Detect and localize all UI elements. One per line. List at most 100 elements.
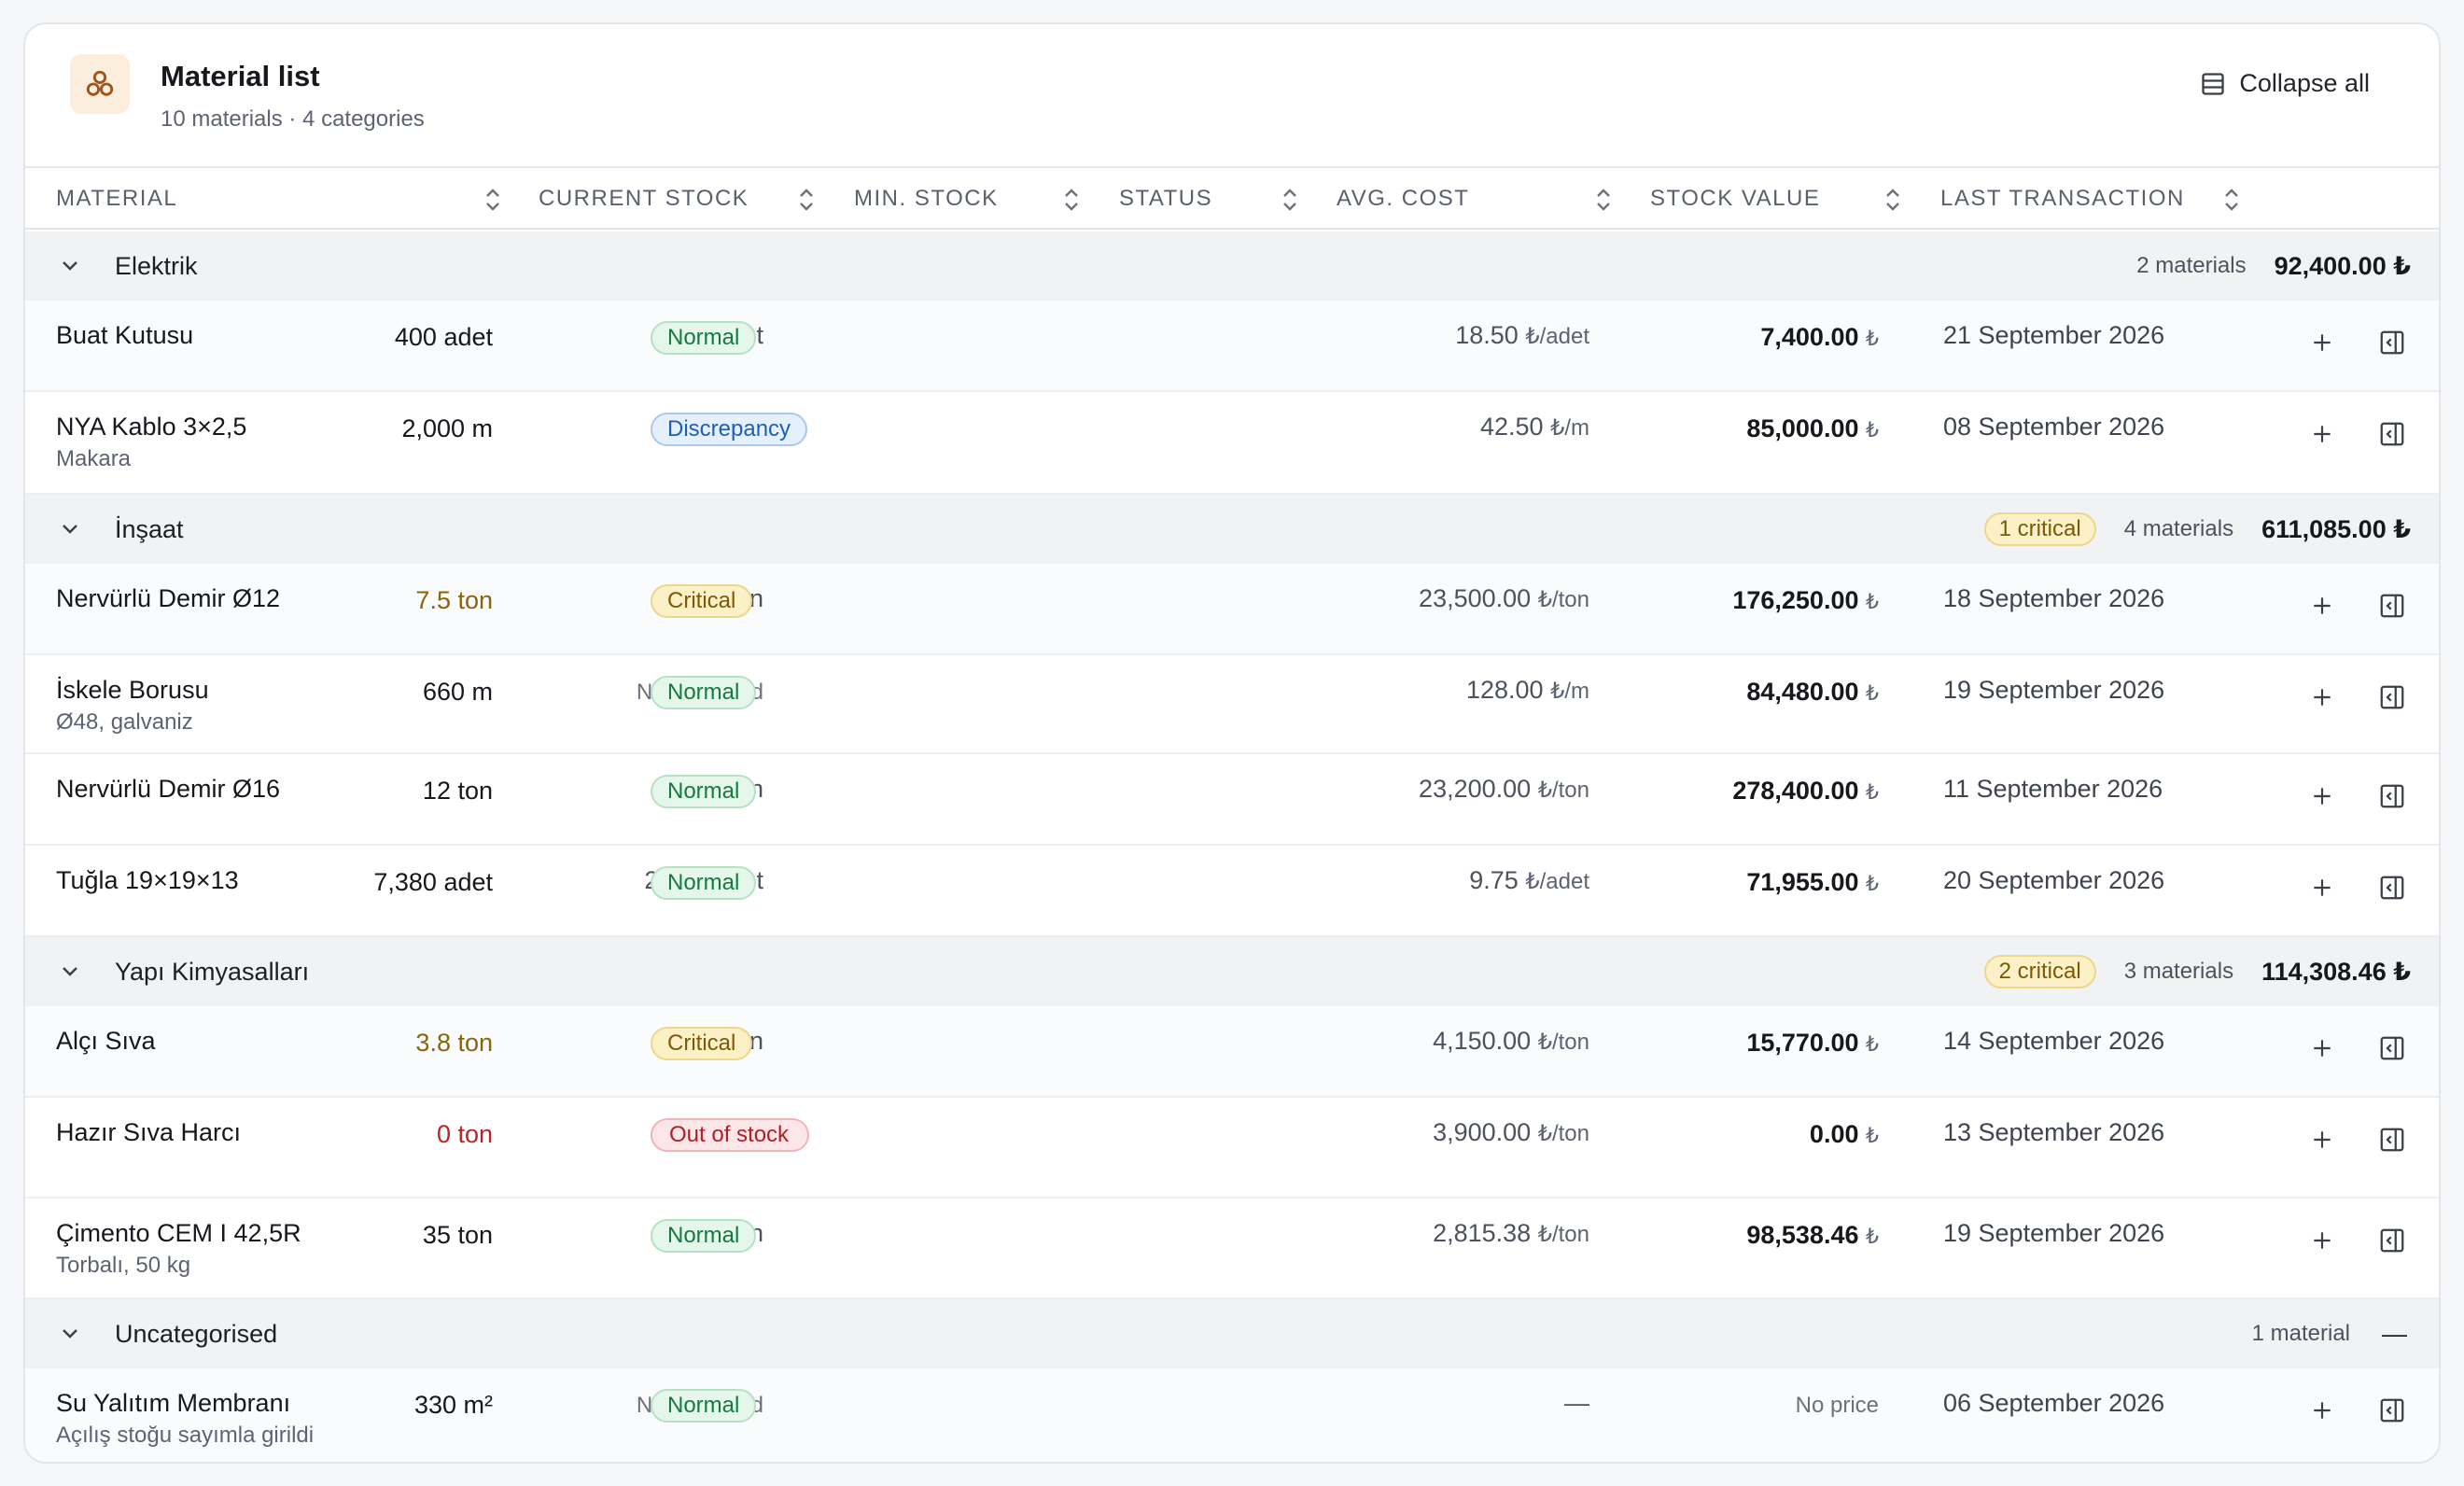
table-row[interactable]: İskele Borusu Ø48, galvaniz 660 m No thr… (25, 655, 2439, 754)
last-transaction-date: 19 September 2026 (1943, 1219, 2165, 1247)
table-row[interactable]: NYA Kablo 3×2,5 Makara 2,000 m 500 m Dis… (25, 392, 2439, 495)
current-stock: 35 ton (422, 1221, 493, 1249)
status-label: Normal (651, 1219, 757, 1253)
open-panel-icon[interactable] (2378, 592, 2406, 624)
status-badge: Normal (651, 321, 757, 355)
open-panel-icon[interactable] (2378, 1126, 2406, 1158)
avg-cost-unit: ₺/ton (1537, 587, 1589, 612)
status-label: Normal (651, 321, 757, 355)
category-group-header[interactable]: İnşaat 1 critical 4 materials 611,085.00… (25, 495, 2439, 564)
add-transaction-icon[interactable] (2310, 330, 2334, 359)
avg-cost: — (1564, 1389, 1589, 1418)
status-label: Critical (651, 1027, 753, 1060)
status-label: Critical (651, 584, 753, 618)
add-transaction-icon[interactable] (2310, 1036, 2334, 1065)
open-panel-icon[interactable] (2378, 329, 2406, 361)
last-transaction-date: 21 September 2026 (1943, 321, 2165, 349)
avg-cost-unit: ₺/ton (1537, 778, 1589, 803)
sort-icon[interactable] (2221, 187, 2242, 213)
table-row[interactable]: Nervürlü Demir Ø12 7.5 ton 10 ton Critic… (25, 564, 2439, 655)
material-name[interactable]: NYA Kablo 3×2,5 (56, 413, 246, 442)
sort-icon[interactable] (483, 187, 503, 213)
table-row[interactable]: Çimento CEM I 42,5R Torbalı, 50 kg 35 to… (25, 1199, 2439, 1299)
collapse-all-button[interactable]: Collapse all (2200, 69, 2370, 98)
add-transaction-icon[interactable] (2310, 1128, 2334, 1157)
avg-cost: 9.75 ₺/adet (1469, 866, 1589, 895)
last-transaction-date: 19 September 2026 (1943, 676, 2165, 704)
material-name[interactable]: Nervürlü Demir Ø16 (56, 775, 280, 804)
avg-cost-value: 128.00 (1465, 676, 1544, 704)
chevron-down-icon[interactable] (59, 254, 81, 281)
add-transaction-icon[interactable] (2310, 685, 2334, 714)
chevron-down-icon[interactable] (59, 517, 81, 544)
sort-icon[interactable] (1061, 187, 1082, 213)
material-name[interactable]: Hazır Sıva Harcı (56, 1118, 241, 1147)
material-count: 2 materials (2136, 253, 2247, 278)
table-row[interactable]: Su Yalıtım Membranı Açılış stoğu sayımla… (25, 1368, 2439, 1462)
add-transaction-icon[interactable] (2310, 1228, 2334, 1257)
material-name[interactable]: Alçı Sıva (56, 1027, 156, 1056)
material-name[interactable]: Nervürlü Demir Ø12 (56, 584, 280, 613)
column-material[interactable]: MATERIAL (56, 168, 177, 230)
category-name: Yapı Kimyasalları (115, 958, 310, 986)
material-note: Torbalı, 50 kg (56, 1253, 191, 1278)
avg-cost-unit: ₺/m (1550, 415, 1589, 441)
status-badge: Normal (651, 1219, 757, 1253)
column-stock-value[interactable]: STOCK VALUE (1650, 168, 1820, 230)
open-panel-icon[interactable] (2378, 1227, 2406, 1259)
add-transaction-icon[interactable] (2310, 594, 2334, 623)
open-panel-icon[interactable] (2378, 874, 2406, 906)
table-row[interactable]: Hazır Sıva Harcı 0 ton 3 ton Out of stoc… (25, 1098, 2439, 1199)
table-row[interactable]: Alçı Sıva 3.8 ton 5 ton Critical 4,150.0… (25, 1006, 2439, 1098)
stock-value: 0.00 ₺ (1810, 1120, 1879, 1149)
column-last-transaction[interactable]: LAST TRANSACTION (1940, 168, 2185, 230)
status-label: Normal (651, 676, 757, 709)
add-transaction-icon[interactable] (2310, 422, 2334, 451)
avg-cost-value: 4,150.00 (1433, 1027, 1532, 1055)
category-group-header[interactable]: Elektrik 2 materials 92,400.00 ₺ (25, 231, 2439, 301)
open-panel-icon[interactable] (2378, 782, 2406, 815)
add-transaction-icon[interactable] (2310, 784, 2334, 813)
chevron-down-icon[interactable] (59, 1322, 81, 1349)
open-panel-icon[interactable] (2378, 683, 2406, 716)
sort-icon[interactable] (796, 187, 817, 213)
table-row[interactable]: Buat Kutusu 400 adet 100 adet Normal 18.… (25, 301, 2439, 392)
currency-symbol: ₺ (1866, 1225, 1879, 1248)
add-transaction-icon[interactable] (2310, 1398, 2334, 1427)
material-name[interactable]: Tuğla 19×19×13 (56, 866, 239, 895)
chevron-down-icon[interactable] (59, 960, 81, 987)
avg-cost-value: 2,815.38 (1433, 1219, 1532, 1247)
last-transaction-date: 13 September 2026 (1943, 1118, 2165, 1146)
category-group-header[interactable]: Yapı Kimyasalları 2 critical 3 materials… (25, 937, 2439, 1006)
sort-icon[interactable] (1280, 187, 1300, 213)
category-total: 114,308.46 ₺ (2261, 957, 2411, 986)
current-stock: 660 m (422, 678, 493, 706)
current-stock: 7.5 ton (415, 586, 493, 614)
status-badge: Critical (651, 584, 753, 618)
open-panel-icon[interactable] (2378, 1396, 2406, 1429)
avg-cost: 3,900.00 ₺/ton (1433, 1118, 1589, 1147)
sort-icon[interactable] (1883, 187, 1903, 213)
sort-icon[interactable] (1593, 187, 1614, 213)
avg-cost-unit: ₺/adet (1525, 869, 1589, 894)
material-name[interactable]: İskele Borusu (56, 676, 209, 705)
open-panel-icon[interactable] (2378, 1034, 2406, 1067)
stock-value-amount: 84,480.00 (1746, 678, 1859, 706)
material-name[interactable]: Buat Kutusu (56, 321, 193, 350)
column-min-stock[interactable]: MIN. STOCK (854, 168, 999, 230)
stock-value: 176,250.00 ₺ (1732, 586, 1879, 615)
table-row[interactable]: Tuğla 19×19×13 7,380 adet 2,000 adet Nor… (25, 846, 2439, 937)
card-header: Material list 10 materials · 4 categorie… (25, 24, 2439, 168)
material-name[interactable]: Su Yalıtım Membranı (56, 1389, 290, 1418)
avg-cost: 4,150.00 ₺/ton (1433, 1027, 1589, 1056)
open-panel-icon[interactable] (2378, 420, 2406, 453)
table-row[interactable]: Nervürlü Demir Ø16 12 ton 10 ton Normal … (25, 754, 2439, 846)
status-badge: Critical (651, 1027, 753, 1060)
category-group-header[interactable]: Uncategorised 1 material — (25, 1299, 2439, 1368)
current-stock: 12 ton (422, 777, 493, 805)
column-avg-cost[interactable]: AVG. COST (1337, 168, 1469, 230)
column-status[interactable]: STATUS (1119, 168, 1212, 230)
add-transaction-icon[interactable] (2310, 876, 2334, 904)
material-name[interactable]: Çimento CEM I 42,5R (56, 1219, 301, 1248)
column-current-stock[interactable]: CURRENT STOCK (539, 168, 749, 230)
